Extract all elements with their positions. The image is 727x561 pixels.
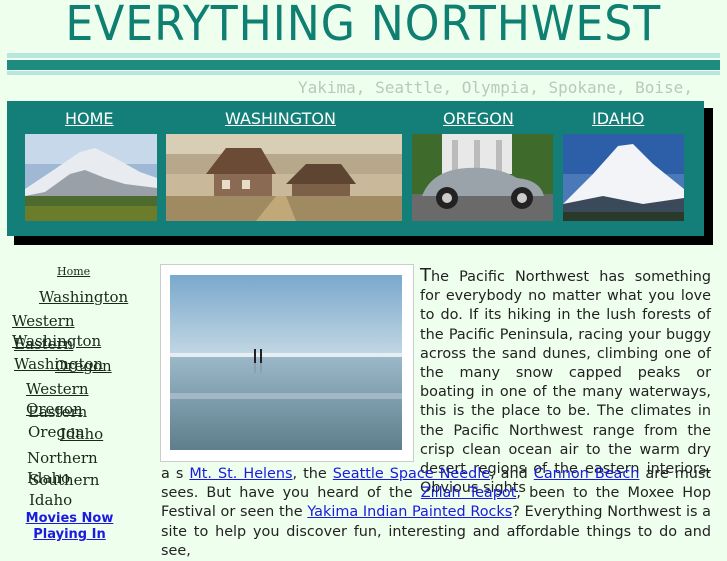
body-text-segment: , the (292, 466, 333, 482)
header-band-light-lower (7, 71, 720, 75)
site-title: EVERYTHING NORTHWEST (65, 0, 662, 52)
nav-image-washington-farmhouse[interactable] (166, 134, 402, 221)
link-seattle-space-needle[interactable]: Seattle Space Needle (333, 466, 490, 482)
nav-image-home-mountain[interactable] (25, 134, 157, 221)
nav-image-idaho-mountain[interactable] (563, 134, 684, 221)
sidebar-item-oregon[interactable]: Oregon (55, 357, 112, 375)
nav-link-home[interactable]: HOME (65, 109, 114, 128)
sidebar-item-idaho[interactable]: Idaho (60, 425, 103, 443)
nav-link-idaho[interactable]: IDAHO (592, 109, 644, 128)
sidebar-item-southern-idaho[interactable]: Southern Idaho (29, 470, 109, 510)
nav-image-oregon-classic-car[interactable] (412, 134, 553, 221)
sidebar-item-washington[interactable]: Washington (39, 288, 128, 306)
cities-marquee: Yakima, Seattle, Olympia, Spokane, Boise… (298, 78, 693, 97)
nav-link-oregon[interactable]: OREGON (443, 109, 514, 128)
link-mt-st-helens[interactable]: Mt. St. Helens (189, 466, 292, 482)
body-text-segment: a s (161, 466, 190, 482)
intro-text: he Pacific Northwest has something for e… (420, 269, 711, 497)
intro-dropcap: T (420, 265, 431, 286)
body-text-segment: , and (490, 466, 534, 482)
sidebar-nav: Home Washington Western Washington Easte… (0, 262, 160, 545)
body-paragraph: a s Mt. St. Helens, the Seattle Space Ne… (161, 465, 711, 561)
link-yakima-indian-painted-rocks[interactable]: Yakima Indian Painted Rocks (307, 504, 512, 520)
sidebar-item-home[interactable]: Home (57, 265, 90, 278)
intro-paragraph: The Pacific Northwest has something for … (420, 266, 711, 498)
header-band-light (7, 53, 720, 58)
beach-photo (170, 275, 402, 450)
movies-now-playing-link[interactable]: Movies Now Playing In (22, 511, 117, 543)
nav-panel: HOME WASHINGTON OREGON IDAHO (7, 101, 704, 236)
header-band-dark (7, 60, 720, 70)
link-zillah-teapot[interactable]: Zillah Teapot (421, 485, 517, 501)
beach-photo-frame (160, 264, 414, 462)
nav-link-washington[interactable]: WASHINGTON (225, 109, 336, 128)
link-cannon-beach[interactable]: Cannon Beach (534, 466, 640, 482)
